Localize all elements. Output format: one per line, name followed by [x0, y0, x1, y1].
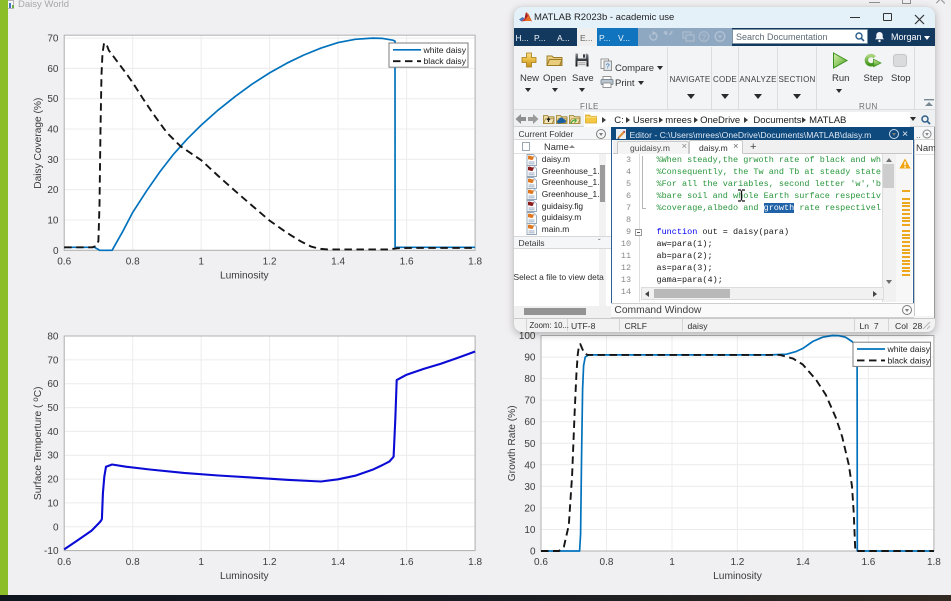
- svg-text:90: 90: [524, 353, 536, 364]
- svg-text:Luminosity: Luminosity: [220, 271, 270, 282]
- svg-text:0.8: 0.8: [126, 257, 140, 268]
- svg-text:0: 0: [53, 522, 59, 533]
- svg-text:1.4: 1.4: [796, 557, 810, 568]
- svg-text:Luminosity: Luminosity: [713, 571, 763, 582]
- svg-text:white daisy: white daisy: [887, 344, 931, 354]
- svg-text:black daisy: black daisy: [424, 56, 467, 66]
- svg-text:Surface Temperture ( oC): Surface Temperture ( oC): [31, 387, 44, 501]
- svg-text:20: 20: [524, 503, 536, 514]
- svg-text:?: ?: [606, 64, 610, 71]
- svg-text:60: 60: [47, 64, 59, 75]
- svg-text:40: 40: [524, 460, 536, 471]
- svg-text:1.8: 1.8: [927, 557, 941, 568]
- svg-text:30: 30: [47, 155, 59, 166]
- svg-text:1.6: 1.6: [861, 557, 875, 568]
- svg-text:1: 1: [198, 557, 204, 568]
- svg-text:1: 1: [198, 257, 204, 268]
- svg-text:0.8: 0.8: [126, 557, 140, 568]
- svg-text:20: 20: [47, 475, 59, 486]
- svg-text:Growth Rate (%): Growth Rate (%): [507, 405, 518, 481]
- svg-text:1.2: 1.2: [263, 557, 277, 568]
- svg-text:0: 0: [530, 547, 536, 558]
- svg-text:80: 80: [47, 332, 59, 343]
- svg-text:70: 70: [47, 355, 59, 366]
- svg-text:70: 70: [524, 396, 536, 407]
- svg-text:Luminosity: Luminosity: [220, 571, 270, 582]
- svg-text:10: 10: [47, 216, 59, 227]
- svg-text:50: 50: [47, 94, 59, 105]
- svg-text:40: 40: [47, 125, 59, 136]
- svg-text:100: 100: [519, 331, 536, 342]
- svg-text:0.6: 0.6: [57, 557, 71, 568]
- svg-text:Daisy Coverage (%): Daisy Coverage (%): [33, 98, 44, 189]
- svg-text:black daisy: black daisy: [888, 355, 931, 365]
- svg-text:1.6: 1.6: [400, 257, 414, 268]
- svg-text:60: 60: [524, 417, 536, 428]
- svg-text:30: 30: [47, 451, 59, 462]
- svg-text:50: 50: [524, 439, 536, 450]
- svg-text:50: 50: [47, 403, 59, 414]
- svg-text:20: 20: [47, 185, 59, 196]
- svg-text:1.4: 1.4: [331, 557, 345, 568]
- svg-text:40: 40: [47, 427, 59, 438]
- svg-text:1.4: 1.4: [331, 257, 345, 268]
- svg-text:0: 0: [53, 246, 59, 257]
- svg-text:1: 1: [669, 557, 675, 568]
- svg-text:10: 10: [524, 525, 536, 536]
- svg-text:0.8: 0.8: [600, 557, 614, 568]
- svg-text:0.6: 0.6: [534, 557, 548, 568]
- svg-text:1.8: 1.8: [468, 557, 482, 568]
- svg-text:80: 80: [524, 374, 536, 385]
- svg-text:30: 30: [524, 482, 536, 493]
- svg-text:white daisy: white daisy: [423, 45, 467, 55]
- svg-text:10: 10: [47, 498, 59, 509]
- svg-text:1.8: 1.8: [468, 257, 482, 268]
- svg-text:1.6: 1.6: [400, 557, 414, 568]
- svg-text:?: ?: [702, 33, 707, 42]
- svg-text:60: 60: [47, 379, 59, 390]
- svg-text:70: 70: [47, 34, 59, 45]
- svg-text:0.6: 0.6: [57, 257, 71, 268]
- svg-text:1.2: 1.2: [730, 557, 744, 568]
- svg-text:-10: -10: [44, 546, 59, 557]
- svg-text:1.2: 1.2: [263, 257, 277, 268]
